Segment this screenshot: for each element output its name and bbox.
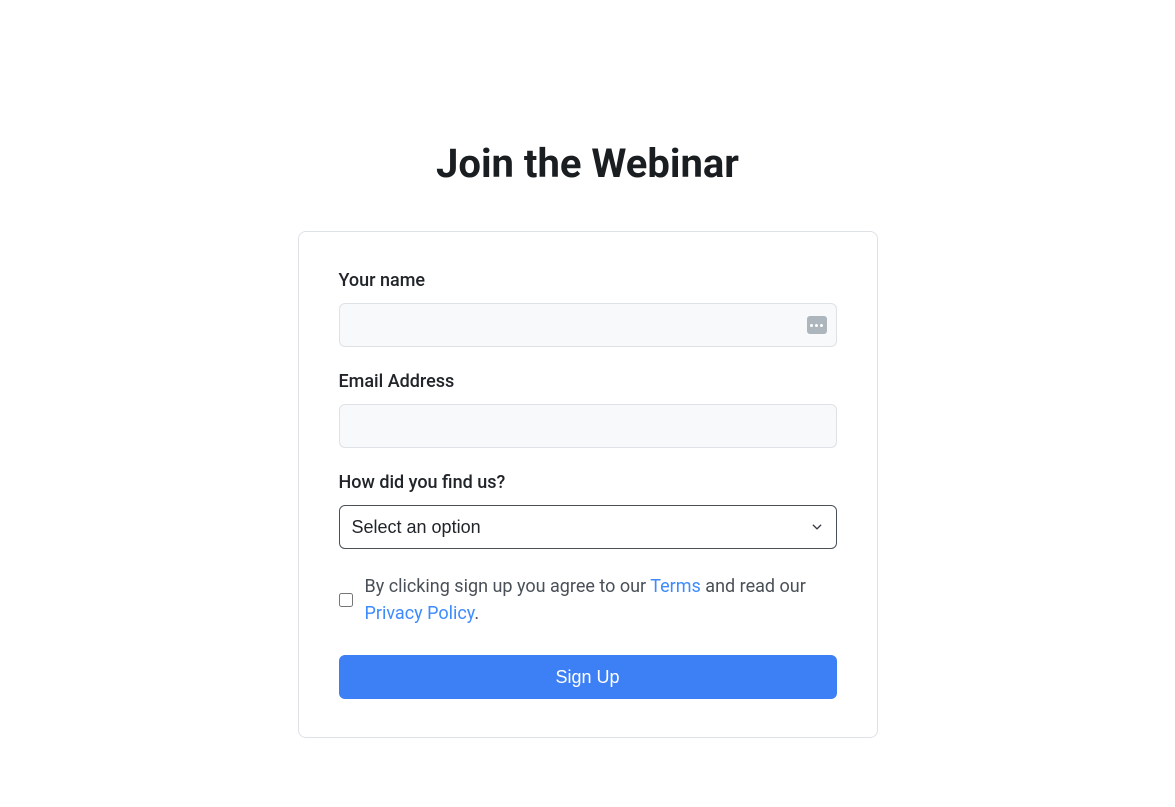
- name-input[interactable]: [339, 303, 837, 347]
- name-field-group: Your name: [339, 270, 837, 347]
- consent-checkbox[interactable]: [339, 593, 353, 607]
- page-title: Join the Webinar: [298, 140, 878, 187]
- source-label: How did you find us?: [339, 472, 837, 493]
- signup-form-card: Your name Email Address How did you find…: [298, 231, 878, 738]
- terms-link[interactable]: Terms: [650, 576, 701, 597]
- signup-button[interactable]: Sign Up: [339, 655, 837, 699]
- consent-text-before: By clicking sign up you agree to our: [365, 576, 651, 597]
- source-select[interactable]: Select an option: [339, 505, 837, 549]
- source-field-group: How did you find us? Select an option: [339, 472, 837, 549]
- name-label: Your name: [339, 270, 837, 291]
- consent-text-middle: and read our: [701, 576, 806, 597]
- consent-text-after: .: [474, 603, 479, 624]
- consent-label: By clicking sign up you agree to our Ter…: [365, 573, 837, 627]
- email-field-group: Email Address: [339, 371, 837, 448]
- privacy-link[interactable]: Privacy Policy: [365, 603, 475, 624]
- email-input[interactable]: [339, 404, 837, 448]
- autofill-icon[interactable]: [807, 316, 827, 334]
- consent-check-group: By clicking sign up you agree to our Ter…: [339, 573, 837, 627]
- email-label: Email Address: [339, 371, 837, 392]
